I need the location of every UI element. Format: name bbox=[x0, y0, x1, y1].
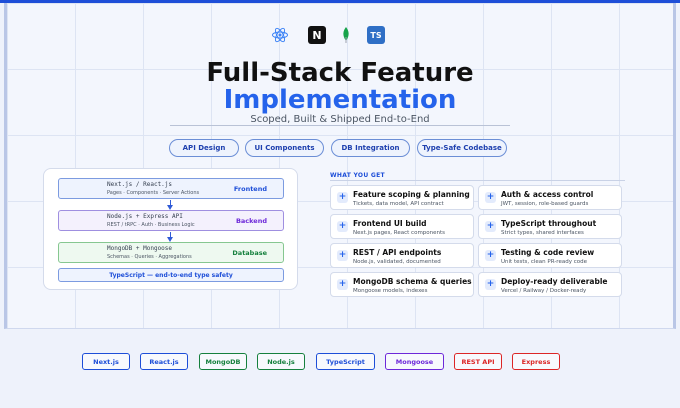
feature-card-title: Frontend UI build bbox=[353, 219, 427, 228]
backend-label: Backend bbox=[235, 217, 267, 225]
subtitle-divider bbox=[170, 125, 510, 126]
plus-icon: + bbox=[485, 279, 496, 290]
feature-card-title: Auth & access control bbox=[501, 190, 594, 199]
plus-icon: + bbox=[485, 250, 496, 261]
tech-tag-reactjs: React.js bbox=[140, 353, 188, 370]
feature-card-title: Testing & code review bbox=[501, 248, 595, 257]
typescript-bar: TypeScript — end-to-end type safety bbox=[58, 268, 284, 282]
logo-row: N TS bbox=[0, 26, 680, 46]
mongodb-leaf-icon bbox=[337, 26, 355, 44]
feature-card: + Frontend UI build Next.js pages, React… bbox=[330, 214, 474, 239]
backend-layer: Node.js + Express API REST / tRPC · Auth… bbox=[58, 210, 284, 231]
tech-tag-typescript: TypeScript bbox=[316, 353, 375, 370]
frontend-label: Frontend bbox=[233, 185, 267, 193]
arrow-down-icon bbox=[167, 200, 173, 210]
feature-card-title: MongoDB schema & queries bbox=[353, 277, 472, 286]
feature-card-title: TypeScript throughout bbox=[501, 219, 597, 228]
pill-ui-components: UI Components bbox=[245, 139, 324, 157]
feature-card-subtitle: JWT, session, role-based guards bbox=[501, 201, 589, 207]
feature-card: + Deploy-ready deliverable Vercel / Rail… bbox=[478, 272, 622, 297]
frontend-details: Pages · Components · Server Actions bbox=[107, 190, 200, 196]
feature-card-subtitle: Next.js pages, React components bbox=[353, 230, 446, 236]
feature-card-subtitle: Mongoose models, indexes bbox=[353, 288, 428, 294]
pill-type-safe-codebase: Type-Safe Codebase bbox=[417, 139, 507, 157]
tech-tag-nodejs: Node.js bbox=[257, 353, 305, 370]
feature-card-subtitle: Vercel / Railway / Docker-ready bbox=[501, 288, 587, 294]
plus-icon: + bbox=[485, 192, 496, 203]
feature-card: + TypeScript throughout Strict types, sh… bbox=[478, 214, 622, 239]
pill-db-integration: DB Integration bbox=[331, 139, 410, 157]
database-tech: MongoDB + Mongoose bbox=[107, 245, 173, 252]
tech-tag-mongoose: Mongoose bbox=[385, 353, 444, 370]
frontend-tech: Next.js / React.js bbox=[107, 181, 173, 188]
plus-icon: + bbox=[337, 192, 348, 203]
page-title-line2: Implementation bbox=[223, 85, 457, 115]
tech-tag-mongodb: MongoDB bbox=[199, 353, 247, 370]
backend-details: REST / tRPC · Auth · Business Logic bbox=[107, 222, 195, 228]
react-logo-icon bbox=[271, 26, 289, 44]
feature-card: + Feature scoping & planning Tickets, da… bbox=[330, 185, 474, 210]
feature-card: + Auth & access control JWT, session, ro… bbox=[478, 185, 622, 210]
feature-card-subtitle: Node.js, validated, documented bbox=[353, 259, 441, 265]
feature-card: + REST / API endpoints Node.js, validate… bbox=[330, 243, 474, 268]
feature-card-title: Feature scoping & planning bbox=[353, 190, 470, 199]
database-details: Schemas · Queries · Aggregations bbox=[107, 254, 192, 260]
feature-card: + Testing & code review Unit tests, clea… bbox=[478, 243, 622, 268]
what-you-get-heading: WHAT YOU GET bbox=[330, 172, 385, 179]
plus-icon: + bbox=[337, 279, 348, 290]
feature-card-title: REST / API endpoints bbox=[353, 248, 442, 257]
page-title-line1: Full-Stack Feature bbox=[206, 58, 474, 88]
plus-icon: + bbox=[337, 221, 348, 232]
feature-card-subtitle: Unit tests, clean PR-ready code bbox=[501, 259, 587, 265]
tech-tag-express: Express bbox=[512, 353, 560, 370]
arrow-down-icon bbox=[167, 232, 173, 242]
backend-tech: Node.js + Express API bbox=[107, 213, 183, 220]
page-subtitle: Scoped, Built & Shipped End-to-End bbox=[250, 114, 430, 125]
what-you-get-divider bbox=[330, 180, 625, 181]
plus-icon: + bbox=[485, 221, 496, 232]
plus-icon: + bbox=[337, 250, 348, 261]
database-label: Database bbox=[232, 249, 267, 257]
feature-card-subtitle: Strict types, shared interfaces bbox=[501, 230, 584, 236]
database-layer: MongoDB + Mongoose Schemas · Queries · A… bbox=[58, 242, 284, 263]
tech-tag-rest-api: REST API bbox=[454, 353, 502, 370]
nextjs-logo-icon: N bbox=[308, 26, 326, 44]
frontend-layer: Next.js / React.js Pages · Components · … bbox=[58, 178, 284, 199]
feature-card-subtitle: Tickets, data model, API contract bbox=[353, 201, 444, 207]
pill-api-design: API Design bbox=[169, 139, 239, 157]
tech-tag-nextjs: Next.js bbox=[82, 353, 130, 370]
feature-card: + MongoDB schema & queries Mongoose mode… bbox=[330, 272, 474, 297]
feature-card-title: Deploy-ready deliverable bbox=[501, 277, 608, 286]
typescript-logo-icon: TS bbox=[367, 26, 385, 44]
architecture-diagram: Next.js / React.js Pages · Components · … bbox=[43, 168, 298, 290]
